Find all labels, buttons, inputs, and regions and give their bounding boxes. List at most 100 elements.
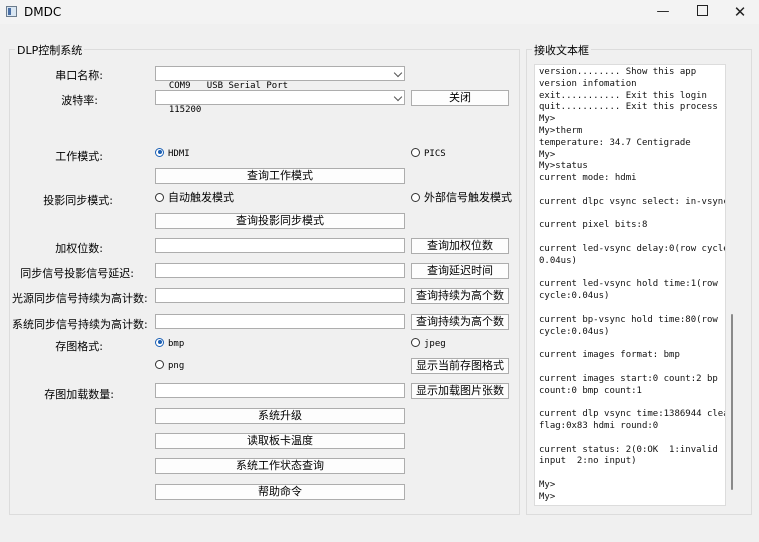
app-icon: [6, 6, 17, 17]
receive-text-line: [539, 468, 725, 480]
receive-text-line: [539, 303, 725, 315]
receive-text-line: current pixel bits:8: [539, 220, 648, 231]
radio-unselected-icon: [155, 359, 164, 369]
receive-text-line: cycle:0.04us): [539, 291, 610, 302]
query-work-mode-button[interactable]: 查询工作模式: [155, 168, 405, 184]
image-format-png-label: png: [168, 361, 185, 371]
radio-unselected-icon: [411, 337, 420, 347]
show-load-count-button[interactable]: 显示加载图片张数: [411, 383, 509, 399]
work-mode-label: 工作模式:: [55, 150, 103, 163]
radio-unselected-icon: [155, 192, 164, 202]
sync-mode-external-label: 外部信号触发模式: [424, 191, 512, 204]
image-format-bmp-radio[interactable]: bmp: [155, 337, 185, 352]
receive-text-line: flag:0x83 hdmi round:0: [539, 420, 659, 431]
radio-selected-icon: [155, 337, 164, 347]
baud-rate-value: 115200: [168, 105, 202, 115]
receive-text-line: My>: [539, 479, 556, 490]
receive-text-line: quit........... Exit this process: [539, 102, 718, 113]
sync-delay-label: 同步信号投影信号延迟:: [20, 267, 134, 280]
receive-text-line: My>: [539, 114, 556, 125]
receive-text-line: [539, 397, 725, 409]
image-load-count-label: 存图加载数量:: [44, 388, 114, 401]
receive-text-line: current bp-vsync hold time:80(row: [539, 314, 718, 325]
image-load-count-input[interactable]: [155, 383, 405, 398]
sync-mode-auto-radio[interactable]: 自动触发模式: [155, 192, 234, 206]
receive-text-line: count:0 bmp count:1: [539, 385, 642, 396]
receive-text-group-title: 接收文本框: [532, 42, 591, 58]
system-sync-high-label: 系统同步信号持续为高计数:: [12, 318, 148, 331]
baud-rate-label: 波特率:: [61, 94, 98, 107]
receive-text-line: My>: [539, 491, 556, 502]
system-sync-high-input[interactable]: [155, 314, 405, 329]
light-sync-high-label: 光源同步信号持续为高计数:: [12, 292, 148, 305]
work-mode-hdmi-label: HDMI: [168, 149, 190, 159]
sync-mode-auto-label: 自动触发模式: [168, 191, 234, 204]
work-mode-hdmi-radio[interactable]: HDMI: [155, 147, 190, 162]
baud-rate-select[interactable]: 115200: [155, 90, 405, 115]
receive-text-line: version infomation: [539, 78, 637, 89]
work-mode-pics-radio[interactable]: PICS: [411, 147, 446, 162]
work-mode-pics-label: PICS: [424, 149, 446, 159]
image-format-jpeg-radio[interactable]: jpeg: [411, 337, 446, 352]
query-sync-mode-button[interactable]: 查询投影同步模式: [155, 213, 405, 229]
receive-text-line: temperature: 34.7 Centigrade: [539, 137, 691, 148]
receive-text-line: current mode: hdmi: [539, 173, 637, 184]
scrollbar-thumb[interactable]: [731, 314, 733, 490]
sync-mode-label: 投影同步模式:: [43, 194, 113, 207]
receive-text-line: [539, 185, 725, 197]
receive-text-line: cycle:0.04us): [539, 326, 610, 337]
system-upgrade-button[interactable]: 系统升级: [155, 408, 405, 424]
receive-text-line: current dlp vsync time:1386944 clear: [539, 409, 726, 420]
radio-unselected-icon: [411, 192, 420, 202]
read-temperature-button[interactable]: 读取板卡温度: [155, 433, 405, 449]
receive-text-line: [539, 268, 725, 280]
radio-unselected-icon: [411, 147, 420, 157]
image-format-label: 存图格式:: [55, 340, 103, 353]
receive-text-line: My>therm: [539, 125, 583, 136]
minimize-button[interactable]: —: [645, 0, 681, 24]
receive-text-line: current led-vsync delay:0(row cycle:: [539, 243, 726, 254]
query-system-sync-high-button[interactable]: 查询持续为高个数: [411, 314, 509, 330]
system-status-button[interactable]: 系统工作状态查询: [155, 458, 405, 474]
receive-text-scrollbar[interactable]: [727, 64, 737, 506]
title-bar: DMDC — ✕: [0, 0, 759, 24]
image-format-jpeg-label: jpeg: [424, 339, 446, 349]
query-weighted-bits-button[interactable]: 查询加权位数: [411, 238, 509, 254]
receive-text-content: version........ Show this app version inf…: [539, 67, 726, 503]
sync-delay-input[interactable]: [155, 263, 405, 278]
image-format-bmp-label: bmp: [168, 339, 185, 349]
chevron-down-icon: [393, 68, 403, 78]
receive-text-line: [539, 338, 725, 350]
close-window-button[interactable]: ✕: [722, 0, 758, 24]
close-port-button[interactable]: 关闭: [411, 90, 509, 106]
receive-text-line: 0.04us): [539, 255, 577, 266]
receive-text-line: My>status: [539, 161, 588, 172]
receive-text-line: current led-vsync hold time:1(row: [539, 279, 718, 290]
show-image-format-button[interactable]: 显示当前存图格式: [411, 358, 509, 374]
receive-text-line: [539, 362, 725, 374]
receive-text-line: current dlpc vsync select: in-vsync: [539, 196, 726, 207]
radio-selected-icon: [155, 147, 164, 157]
receive-textbox[interactable]: version........ Show this app version inf…: [534, 64, 726, 506]
receive-text-line: current status: 2(0:OK 1:invalid: [539, 444, 718, 455]
help-command-button[interactable]: 帮助命令: [155, 484, 405, 500]
receive-text-line: current images start:0 count:2 bp: [539, 373, 718, 384]
query-light-sync-high-button[interactable]: 查询持续为高个数: [411, 288, 509, 304]
window-title: DMDC: [24, 5, 62, 19]
serial-port-select[interactable]: COM9 USB Serial Port: [155, 66, 405, 91]
sync-mode-external-radio[interactable]: 外部信号触发模式: [411, 192, 512, 206]
chevron-down-icon: [393, 92, 403, 102]
dlp-control-group-title: DLP控制系统: [15, 42, 85, 58]
maximize-icon: [696, 5, 708, 16]
image-format-png-radio[interactable]: png: [155, 359, 185, 374]
receive-text-line: input 2:no input): [539, 456, 637, 467]
serial-port-label: 串口名称:: [55, 69, 103, 82]
maximize-button[interactable]: [684, 0, 720, 24]
light-sync-high-input[interactable]: [155, 288, 405, 303]
receive-text-line: [539, 209, 725, 221]
receive-text-line: My>: [539, 149, 556, 160]
query-delay-button[interactable]: 查询延迟时间: [411, 263, 509, 279]
weighted-bits-input[interactable]: [155, 238, 405, 253]
receive-text-line: version........ Show this app: [539, 67, 697, 77]
receive-text-line: [539, 232, 725, 244]
